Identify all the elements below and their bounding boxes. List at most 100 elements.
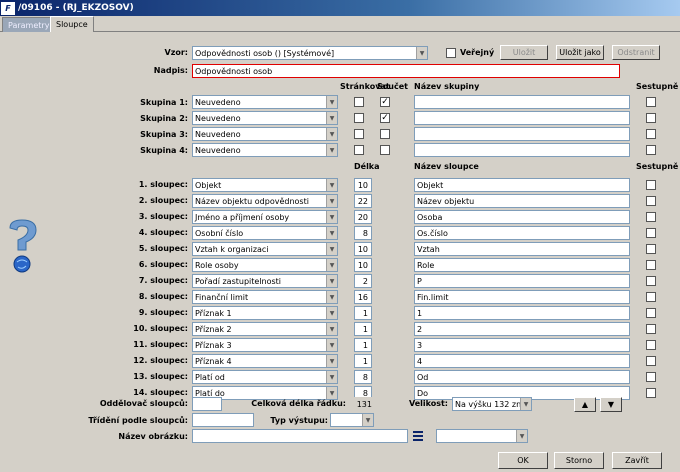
- chevron-down-icon[interactable]: ▼: [326, 243, 337, 255]
- column-select[interactable]: Osobní číslo ▼: [192, 226, 338, 240]
- column-length-input[interactable]: 10: [354, 258, 372, 272]
- column-length-input[interactable]: 1: [354, 338, 372, 352]
- group-desc-checkbox[interactable]: [646, 129, 656, 139]
- column-name-input[interactable]: 3: [414, 338, 630, 352]
- column-desc-checkbox[interactable]: [646, 340, 656, 350]
- close-button[interactable]: Zavřít: [612, 452, 662, 469]
- column-select[interactable]: Příznak 4 ▼: [192, 354, 338, 368]
- chevron-down-icon[interactable]: ▼: [326, 227, 337, 239]
- sort-input[interactable]: [192, 413, 254, 427]
- group-desc-checkbox[interactable]: [646, 97, 656, 107]
- public-checkbox[interactable]: [446, 48, 456, 58]
- chevron-down-icon[interactable]: ▼: [326, 355, 337, 367]
- group-sum-checkbox[interactable]: ✓: [380, 113, 390, 123]
- move-up-button[interactable]: ▲: [574, 397, 596, 412]
- column-length-input[interactable]: 1: [354, 306, 372, 320]
- nadpis-input[interactable]: Odpovědnosti osob: [192, 64, 620, 78]
- move-down-button[interactable]: ▼: [600, 397, 622, 412]
- column-name-input[interactable]: 1: [414, 306, 630, 320]
- column-name-input[interactable]: Vztah: [414, 242, 630, 256]
- column-desc-checkbox[interactable]: [646, 292, 656, 302]
- group-desc-checkbox[interactable]: [646, 145, 656, 155]
- column-name-input[interactable]: Objekt: [414, 178, 630, 192]
- chevron-down-icon[interactable]: ▼: [326, 96, 337, 108]
- group-paging-checkbox[interactable]: [354, 145, 364, 155]
- column-length-input[interactable]: 8: [354, 370, 372, 384]
- column-select[interactable]: Objekt ▼: [192, 178, 338, 192]
- column-length-input[interactable]: 22: [354, 194, 372, 208]
- column-name-input[interactable]: Role: [414, 258, 630, 272]
- column-desc-checkbox[interactable]: [646, 196, 656, 206]
- chevron-down-icon[interactable]: ▼: [516, 430, 527, 442]
- chevron-down-icon[interactable]: ▼: [362, 414, 373, 426]
- column-select[interactable]: Pořadí zastupitelnosti ▼: [192, 274, 338, 288]
- save-as-button[interactable]: Uložit jako: [556, 45, 604, 60]
- tab-sloupce[interactable]: Sloupce: [50, 16, 94, 32]
- column-name-input[interactable]: Os.číslo: [414, 226, 630, 240]
- group-name-input[interactable]: [414, 143, 630, 157]
- column-length-input[interactable]: 20: [354, 210, 372, 224]
- column-desc-checkbox[interactable]: [646, 244, 656, 254]
- column-name-input[interactable]: Od: [414, 370, 630, 384]
- column-select[interactable]: Vztah k organizaci ▼: [192, 242, 338, 256]
- column-length-input[interactable]: 16: [354, 290, 372, 304]
- column-desc-checkbox[interactable]: [646, 276, 656, 286]
- column-desc-checkbox[interactable]: [646, 308, 656, 318]
- column-select[interactable]: Název objektu odpovědnosti ▼: [192, 194, 338, 208]
- column-length-input[interactable]: 1: [354, 354, 372, 368]
- column-select[interactable]: Finanční limit ▼: [192, 290, 338, 304]
- group-select[interactable]: Neuvedeno ▼: [192, 111, 338, 125]
- chevron-down-icon[interactable]: ▼: [326, 387, 337, 399]
- column-desc-checkbox[interactable]: [646, 260, 656, 270]
- ok-button[interactable]: OK: [498, 452, 548, 469]
- chevron-down-icon[interactable]: ▼: [326, 307, 337, 319]
- image-select[interactable]: ▼: [436, 429, 528, 443]
- chevron-down-icon[interactable]: ▼: [326, 291, 337, 303]
- chevron-down-icon[interactable]: ▼: [326, 275, 337, 287]
- group-select[interactable]: Neuvedeno ▼: [192, 95, 338, 109]
- output-type-select[interactable]: ▼: [330, 413, 374, 427]
- column-desc-checkbox[interactable]: [646, 228, 656, 238]
- group-paging-checkbox[interactable]: [354, 97, 364, 107]
- tab-parametry[interactable]: Parametry: [2, 17, 56, 32]
- group-name-input[interactable]: [414, 111, 630, 125]
- column-name-input[interactable]: P: [414, 274, 630, 288]
- list-icon[interactable]: [412, 429, 424, 443]
- chevron-down-icon[interactable]: ▼: [326, 259, 337, 271]
- column-name-input[interactable]: Název objektu: [414, 194, 630, 208]
- column-length-input[interactable]: 2: [354, 274, 372, 288]
- chevron-down-icon[interactable]: ▼: [326, 323, 337, 335]
- column-select[interactable]: Příznak 3 ▼: [192, 338, 338, 352]
- column-name-input[interactable]: 2: [414, 322, 630, 336]
- group-sum-checkbox[interactable]: [380, 129, 390, 139]
- column-desc-checkbox[interactable]: [646, 388, 656, 398]
- column-desc-checkbox[interactable]: [646, 372, 656, 382]
- column-length-input[interactable]: 10: [354, 178, 372, 192]
- column-select[interactable]: Příznak 2 ▼: [192, 322, 338, 336]
- chevron-down-icon[interactable]: ▼: [326, 371, 337, 383]
- chevron-down-icon[interactable]: ▼: [326, 195, 337, 207]
- save-button[interactable]: Uložit: [500, 45, 548, 60]
- remove-button[interactable]: Odstranit: [612, 45, 660, 60]
- chevron-down-icon[interactable]: ▼: [326, 128, 337, 140]
- chevron-down-icon[interactable]: ▼: [326, 339, 337, 351]
- column-select[interactable]: Role osoby ▼: [192, 258, 338, 272]
- group-sum-checkbox[interactable]: ✓: [380, 97, 390, 107]
- size-select[interactable]: Na výšku 132 zn. ▼: [452, 397, 532, 411]
- chevron-down-icon[interactable]: ▼: [326, 211, 337, 223]
- column-select[interactable]: Příznak 1 ▼: [192, 306, 338, 320]
- column-desc-checkbox[interactable]: [646, 180, 656, 190]
- group-select[interactable]: Neuvedeno ▼: [192, 127, 338, 141]
- chevron-down-icon[interactable]: ▼: [326, 179, 337, 191]
- column-name-input[interactable]: 4: [414, 354, 630, 368]
- column-desc-checkbox[interactable]: [646, 356, 656, 366]
- group-select[interactable]: Neuvedeno ▼: [192, 143, 338, 157]
- separator-input[interactable]: [192, 397, 222, 411]
- column-desc-checkbox[interactable]: [646, 212, 656, 222]
- column-length-input[interactable]: 10: [354, 242, 372, 256]
- column-name-input[interactable]: Fin.limit: [414, 290, 630, 304]
- chevron-down-icon[interactable]: ▼: [326, 112, 337, 124]
- column-select[interactable]: Jméno a příjmení osoby ▼: [192, 210, 338, 224]
- group-desc-checkbox[interactable]: [646, 113, 656, 123]
- image-name-input[interactable]: [192, 429, 408, 443]
